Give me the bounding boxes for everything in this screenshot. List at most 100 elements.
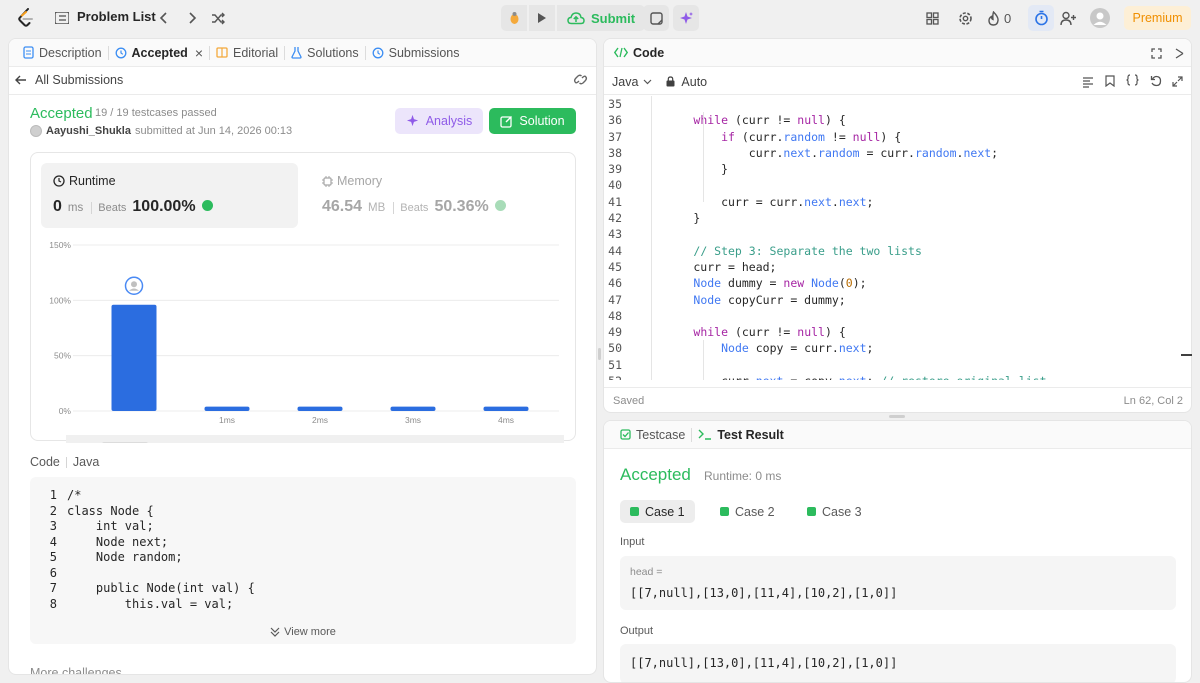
ai-assistant-icon[interactable] xyxy=(673,5,699,31)
scrollbar-marker[interactable] xyxy=(1181,354,1192,356)
editor-status-bar: Saved Ln 62, Col 2 xyxy=(604,387,1191,412)
streak-count: 0 xyxy=(1004,10,1012,26)
editor-line[interactable]: 48 xyxy=(604,308,1191,324)
problem-list-title[interactable]: Problem List xyxy=(77,9,156,24)
tab-accepted[interactable]: Accepted × xyxy=(109,39,209,67)
tab-testcase[interactable]: Testcase xyxy=(614,421,691,449)
case-3-tab[interactable]: Case 3 xyxy=(797,500,872,523)
close-tab-icon[interactable]: × xyxy=(195,45,203,61)
editor-line[interactable]: 36 while (curr != null) { xyxy=(604,112,1191,128)
line-number: 40 xyxy=(608,178,622,193)
editor-line[interactable]: 45 curr = head; xyxy=(604,259,1191,275)
next-problem-icon[interactable] xyxy=(182,8,202,28)
fullscreen-icon[interactable] xyxy=(1151,47,1162,62)
editor-line[interactable]: 38 curr.next.random = curr.random.next; xyxy=(604,145,1191,161)
memory-label-row: Memory xyxy=(322,174,382,188)
editor-line[interactable]: 47 Node copyCurr = dummy; xyxy=(604,292,1191,308)
collapse-icon[interactable] xyxy=(1175,47,1184,62)
memory-box[interactable]: Memory 46.54 MB Beats 50.36% xyxy=(310,163,567,228)
prev-problem-icon[interactable] xyxy=(154,8,174,28)
mode-indicator[interactable]: Auto xyxy=(666,75,707,89)
submit-button[interactable]: Submit xyxy=(557,5,646,31)
editor-line[interactable]: 50 Node copy = curr.next; xyxy=(604,340,1191,356)
premium-button[interactable]: Premium xyxy=(1124,6,1191,30)
tab-solutions[interactable]: Solutions xyxy=(285,39,364,67)
range-brush-handle xyxy=(102,442,148,443)
braces-icon[interactable] xyxy=(1126,74,1139,89)
case-1-tab[interactable]: Case 1 xyxy=(620,500,695,523)
debug-icon[interactable] xyxy=(501,5,527,31)
code-editor[interactable]: 35 36 while (curr != null) {37 if (curr.r… xyxy=(604,96,1191,380)
editor-line[interactable]: 42 } xyxy=(604,210,1191,226)
runtime-box[interactable]: Runtime 0 ms Beats 100.00% xyxy=(41,163,298,228)
problem-list-icon[interactable] xyxy=(54,10,70,26)
horizontal-resize-handle[interactable] xyxy=(889,415,905,418)
analysis-button[interactable]: Analysis xyxy=(395,108,483,134)
author-avatar[interactable] xyxy=(30,125,42,137)
left-tab-bar: Description Accepted × Editorial Solutio… xyxy=(9,39,596,67)
add-friend-icon[interactable] xyxy=(1057,7,1079,29)
editor-line[interactable]: 41 curr = curr.next.next; xyxy=(604,194,1191,210)
case-2-tab[interactable]: Case 2 xyxy=(710,500,785,523)
runtime-label-row: Runtime xyxy=(53,174,116,188)
editor-line[interactable]: 35 xyxy=(604,96,1191,112)
line-number: 51 xyxy=(608,357,622,372)
bookmark-icon[interactable] xyxy=(1105,75,1115,90)
user-avatar[interactable] xyxy=(1090,8,1110,28)
editor-line[interactable]: 49 while (curr != null) { xyxy=(604,324,1191,340)
tab-editorial[interactable]: Editorial xyxy=(210,39,284,67)
editor-line[interactable]: 46 Node dummy = new Node(0); xyxy=(604,275,1191,291)
more-challenges-heading: More challenges xyxy=(30,666,122,675)
editor-line[interactable]: 43 xyxy=(604,226,1191,242)
tab-code[interactable]: Code xyxy=(612,39,670,67)
history-icon xyxy=(372,47,384,58)
line-number: 2 xyxy=(49,503,57,518)
x-tick-label: 2ms xyxy=(312,415,328,425)
language-select[interactable]: Java xyxy=(612,75,652,89)
editor-line[interactable]: 51 xyxy=(604,357,1191,373)
tab-code-label: Code xyxy=(633,45,665,60)
share-link-icon[interactable] xyxy=(573,73,588,89)
editor-line[interactable]: 52 curr.next = copy.next; // restore ori… xyxy=(604,373,1191,380)
expand-diagonal-icon[interactable] xyxy=(1172,75,1183,90)
chevron-down-icon xyxy=(643,79,652,84)
editor-line[interactable]: 40 xyxy=(604,177,1191,193)
all-submissions-link[interactable]: All Submissions xyxy=(15,73,123,87)
line-number: 38 xyxy=(608,145,622,160)
run-icon[interactable] xyxy=(529,5,555,31)
shuffle-icon[interactable] xyxy=(208,8,228,28)
settings-gear-icon[interactable] xyxy=(954,7,976,29)
code-text: // Step 3: Separate the two lists xyxy=(693,243,922,258)
leetcode-logo-icon[interactable] xyxy=(16,8,36,28)
line-number: 45 xyxy=(608,259,622,274)
notes-icon[interactable] xyxy=(643,5,669,31)
clock-icon xyxy=(53,175,65,187)
memory-unit: MB xyxy=(368,202,386,214)
solution-label: Solution xyxy=(519,114,565,128)
code-line: 1 /* xyxy=(30,488,576,504)
solution-button[interactable]: Solution xyxy=(489,108,576,134)
vertical-resize-handle[interactable] xyxy=(598,348,601,360)
indent-guide xyxy=(703,340,704,380)
view-more-button[interactable]: View more xyxy=(30,620,576,644)
tab-submissions[interactable]: Submissions xyxy=(366,39,466,67)
timer-icon[interactable] xyxy=(1028,5,1054,31)
runtime-distribution-chart: 0%50%100%150%1ms2ms3ms4ms1ms2ms3ms4ms xyxy=(49,240,564,443)
code-line: 8 this.val = val; xyxy=(30,597,576,613)
reset-icon[interactable] xyxy=(1150,75,1162,90)
tab-test-result[interactable]: Test Result xyxy=(692,421,789,449)
top-bar: Problem List Submit 0 Premium xyxy=(0,0,1200,36)
edit-icon xyxy=(500,115,513,128)
chart-bar xyxy=(297,406,343,411)
editor-line[interactable]: 37 if (curr.random != null) { xyxy=(604,129,1191,145)
tab-description[interactable]: Description xyxy=(17,39,108,67)
layout-grid-icon[interactable] xyxy=(921,7,943,29)
author-name[interactable]: Aayushi_Shukla xyxy=(46,125,131,137)
editor-line[interactable]: 44 // Step 3: Separate the two lists xyxy=(604,243,1191,259)
editor-line[interactable]: 39 } xyxy=(604,161,1191,177)
code-section-label: Code xyxy=(30,455,60,469)
terminal-icon xyxy=(698,429,712,440)
editor-toolbar: Java Auto xyxy=(604,69,1191,95)
format-icon[interactable] xyxy=(1082,76,1094,91)
streak-counter[interactable]: 0 xyxy=(987,7,1011,29)
